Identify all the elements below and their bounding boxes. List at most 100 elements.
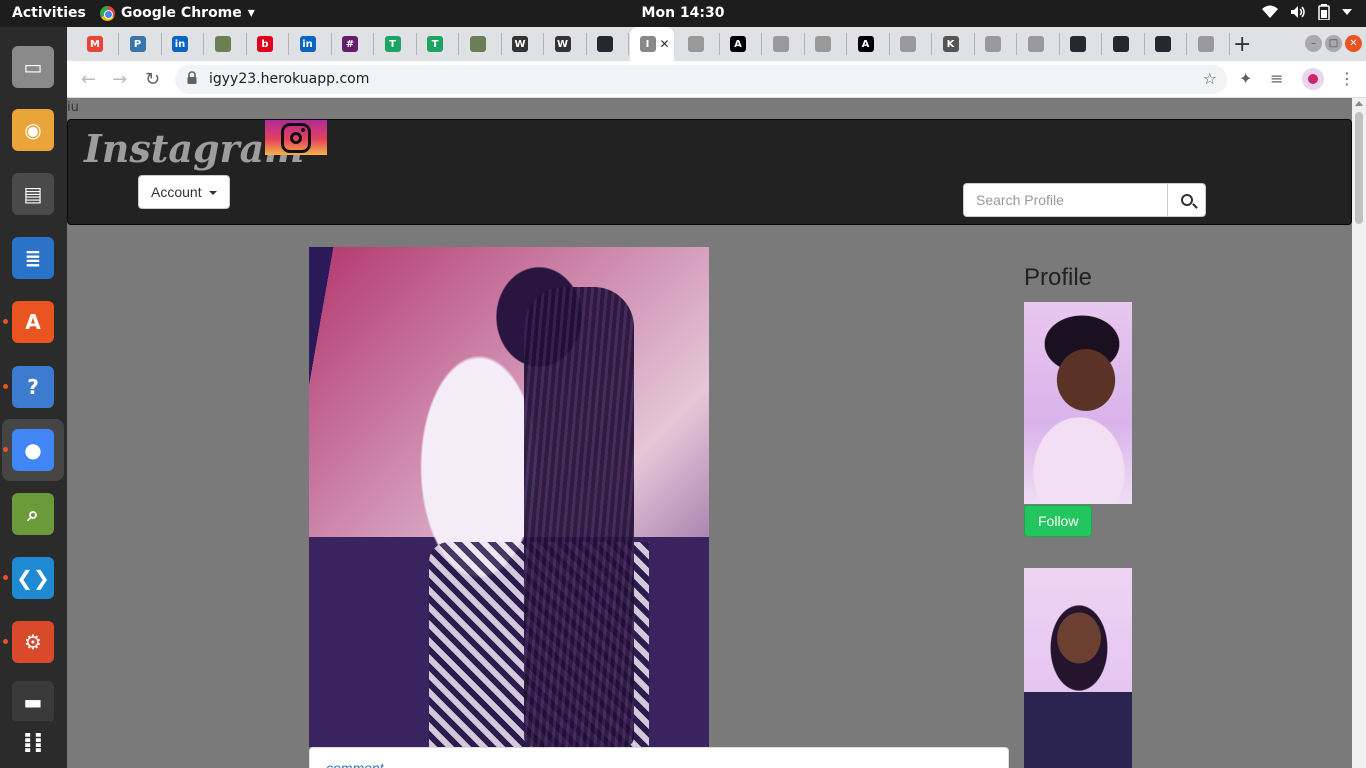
media-controls-icon[interactable]: ≡ — [1270, 69, 1283, 88]
browser-tab[interactable]: P — [120, 33, 162, 55]
browser-tab[interactable] — [1145, 33, 1187, 55]
browser-tab[interactable]: A — [848, 33, 890, 55]
dock-settings-launcher[interactable]: ⚙ — [8, 617, 58, 667]
browser-tab[interactable]: T — [375, 33, 417, 55]
browser-tab[interactable] — [678, 33, 720, 55]
browser-tab[interactable] — [1060, 33, 1102, 55]
browser-tab[interactable] — [460, 33, 502, 55]
browser-tab[interactable] — [587, 33, 629, 55]
favicon-icon: W — [554, 36, 571, 52]
browser-tab[interactable] — [1188, 33, 1230, 55]
dock-software-center-launcher[interactable]: A — [8, 297, 58, 347]
clock[interactable]: Mon 14:30 — [642, 5, 725, 21]
web-page: iu Instagram Account comment Profile Fol… — [67, 98, 1352, 768]
browser-tab[interactable] — [805, 33, 847, 55]
instagram-logo-icon — [265, 120, 327, 155]
running-indicator — [3, 384, 8, 389]
back-button[interactable]: ← — [81, 69, 96, 90]
browser-tab[interactable] — [975, 33, 1017, 55]
forward-button[interactable]: → — [112, 69, 127, 90]
maximize-button[interactable]: □ — [1325, 35, 1342, 52]
browser-tab[interactable]: K — [933, 33, 975, 55]
profile-avatar[interactable] — [1302, 68, 1324, 90]
address-bar[interactable]: igyy23.herokuapp.com ☆ — [175, 65, 1227, 94]
menu-kebab-icon[interactable]: ⋮ — [1339, 69, 1355, 88]
browser-tab[interactable] — [205, 33, 247, 55]
favicon-icon: I — [639, 36, 656, 52]
activities-button[interactable]: Activities — [12, 5, 86, 21]
settings-icon: ⚙ — [12, 621, 54, 663]
vscode-icon: ❮❯ — [12, 557, 54, 599]
profile-photo[interactable] — [1024, 302, 1132, 504]
browser-tab[interactable]: T — [417, 33, 459, 55]
minimize-button[interactable]: – — [1305, 35, 1322, 52]
dock-chrome-launcher[interactable]: ● — [2, 419, 64, 481]
dock-rhythmbox-launcher[interactable]: ◉ — [8, 105, 58, 155]
dock-vscode-launcher[interactable]: ❮❯ — [8, 553, 58, 603]
files-icon: ▭ — [12, 46, 54, 88]
page-scrollbar[interactable] — [1352, 98, 1366, 768]
browser-tab[interactable] — [1103, 33, 1145, 55]
favicon-icon — [214, 36, 231, 52]
follow-button[interactable]: Follow — [1024, 505, 1093, 537]
dock-writer-launcher[interactable]: ≣ — [8, 233, 58, 283]
favicon-icon — [1070, 36, 1086, 52]
scrollbar-thumb[interactable] — [1355, 112, 1363, 224]
browser-tab[interactable] — [890, 33, 932, 55]
close-tab-icon[interactable]: ✕ — [660, 37, 670, 51]
browser-tab[interactable] — [1018, 33, 1060, 55]
comment-link[interactable]: comment — [326, 760, 384, 768]
tab-active[interactable]: I ✕ — [629, 27, 674, 61]
favicon-icon: # — [342, 36, 358, 52]
reload-button[interactable]: ↻ — [145, 69, 160, 90]
app-menu[interactable]: Google Chrome ▾ — [100, 5, 255, 21]
search-button[interactable] — [1167, 183, 1206, 217]
browser-tab[interactable] — [763, 33, 805, 55]
tab-strip: M Pin b in # T T W W I ✕ A A K + – □ ✕ — [67, 27, 1366, 61]
favicon-icon — [687, 36, 704, 52]
dock-image-viewer-launcher[interactable]: ⌕ — [8, 489, 58, 539]
browser-tab[interactable]: in — [162, 33, 204, 55]
software-center-icon: A — [12, 301, 54, 343]
bookmark-star-icon[interactable]: ☆ — [1203, 69, 1217, 88]
search-input[interactable] — [963, 183, 1167, 217]
app-grid-icon: ⁞⁞ — [12, 721, 54, 763]
browser-tab[interactable]: W — [545, 33, 587, 55]
scroll-up-arrow-icon[interactable] — [1355, 101, 1363, 106]
lock-icon — [187, 71, 197, 84]
system-menu[interactable] — [1262, 4, 1352, 20]
favicon-icon — [772, 36, 789, 52]
account-dropdown-button[interactable]: Account — [138, 175, 230, 209]
system-top-bar: Activities Google Chrome ▾ Mon 14:30 — [0, 0, 1366, 27]
new-tab-button[interactable]: + — [1233, 32, 1251, 57]
favicon-icon: T — [427, 36, 443, 52]
chevron-down-icon — [1342, 9, 1352, 15]
browser-tab[interactable]: M — [77, 33, 119, 55]
comment-panel: comment — [309, 747, 1009, 768]
browser-tab[interactable]: # — [332, 33, 374, 55]
site-navbar: Instagram Account — [67, 119, 1352, 225]
profile-photo[interactable] — [1024, 568, 1132, 768]
favicon-icon: in — [299, 36, 316, 52]
favicon-icon: K — [942, 36, 959, 52]
extensions-icon[interactable]: ✦ — [1239, 69, 1252, 88]
favicon-icon: A — [857, 36, 874, 52]
dock-video-editor-launcher[interactable]: ▤ — [8, 169, 58, 219]
browser-tab[interactable]: W — [502, 33, 544, 55]
image-viewer-icon: ⌕ — [12, 493, 54, 535]
browser-tab[interactable]: in — [290, 33, 332, 55]
favicon-icon — [1112, 36, 1129, 52]
dock-files-launcher[interactable]: ▭ — [8, 42, 58, 92]
favicon-icon: W — [512, 36, 528, 52]
dock-help-launcher[interactable]: ? — [8, 362, 58, 412]
dock-app-grid-launcher[interactable]: ⁞⁞ — [8, 717, 58, 767]
browser-tab[interactable]: b — [247, 33, 289, 55]
running-indicator — [3, 639, 8, 644]
favicon-icon: in — [172, 36, 188, 52]
browser-tab[interactable]: A — [720, 33, 762, 55]
search-icon — [1180, 194, 1193, 206]
favicon-icon: T — [384, 36, 401, 52]
running-indicator — [3, 447, 8, 452]
video-editor-icon: ▤ — [12, 173, 54, 215]
close-window-button[interactable]: ✕ — [1345, 35, 1362, 52]
